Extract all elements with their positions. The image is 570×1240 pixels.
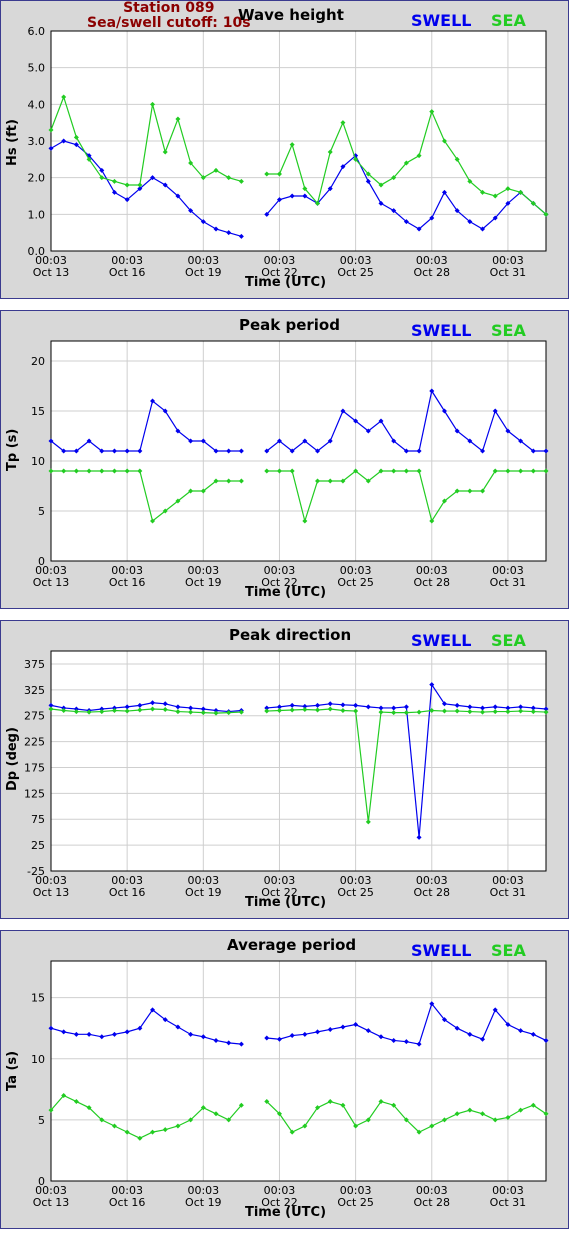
y-tick-label: 375 [24,658,45,671]
x-tick-date: Oct 13 [33,1196,70,1209]
x-tick-date: Oct 13 [33,266,70,279]
x-tick-date: Oct 31 [490,266,527,279]
chart-svg: 05101500:03Oct 1300:03Oct 1600:03Oct 190… [31,960,549,1209]
y-tick-label: 15 [31,992,45,1005]
x-tick-date: Oct 16 [109,1196,146,1209]
x-tick-date: Oct 16 [109,576,146,589]
y-tick-label: 75 [31,813,45,826]
y-tick-label: 10 [31,1053,45,1066]
chart-svg: -25257512517522527532537500:03Oct 1300:0… [24,650,549,899]
x-tick-date: Oct 22 [261,576,298,589]
chart-svg: 0510152000:03Oct 1300:03Oct 1600:03Oct 1… [31,340,549,589]
y-tick-label: 175 [24,761,45,774]
chart-panel-peak-direction: Peak direction SWELL SEA Dp (deg) Time (… [0,620,569,919]
x-tick-date: Oct 31 [490,576,527,589]
x-tick-date: Oct 28 [414,1196,451,1209]
y-tick-label: 10 [31,455,45,468]
x-tick-date: Oct 13 [33,576,70,589]
x-tick-date: Oct 22 [261,886,298,899]
y-tick-label: 5 [38,505,45,518]
y-tick-label: 6.0 [28,25,46,38]
x-tick-date: Oct 28 [414,886,451,899]
y-tick-label: 3.0 [28,135,46,148]
chart-panel-average-period: Average period SWELL SEA Ta (s) Time (UT… [0,930,569,1229]
x-tick-date: Oct 28 [414,576,451,589]
x-tick-date: Oct 19 [185,886,222,899]
x-tick-date: Oct 16 [109,886,146,899]
y-tick-label: 275 [24,710,45,723]
y-tick-label: 4.0 [28,98,46,111]
x-tick-date: Oct 31 [490,886,527,899]
x-tick-date: Oct 16 [109,266,146,279]
x-tick-date: Oct 13 [33,886,70,899]
y-tick-label: 2.0 [28,172,46,185]
x-tick-date: Oct 25 [337,576,374,589]
y-tick-label: 125 [24,787,45,800]
y-tick-label: 20 [31,355,45,368]
y-tick-label: 1.0 [28,208,46,221]
x-tick-date: Oct 25 [337,886,374,899]
y-tick-label: 325 [24,684,45,697]
x-tick-date: Oct 22 [261,1196,298,1209]
x-tick-date: Oct 19 [185,576,222,589]
y-tick-label: 15 [31,405,45,418]
x-tick-date: Oct 19 [185,266,222,279]
y-tick-label: 5.0 [28,62,46,75]
x-tick-date: Oct 25 [337,1196,374,1209]
x-tick-date: Oct 19 [185,1196,222,1209]
y-tick-label: 5 [38,1114,45,1127]
chart-svg: 0.01.02.03.04.05.06.000:03Oct 1300:03Oct… [28,25,549,279]
y-tick-label: 225 [24,736,45,749]
x-tick-date: Oct 31 [490,1196,527,1209]
chart-panel-wave-height: Station 089 Sea/swell cutoff: 10s Wave h… [0,0,569,299]
y-tick-label: 25 [31,839,45,852]
chart-panel-peak-period: Peak period SWELL SEA Tp (s) Time (UTC) … [0,310,569,609]
x-tick-date: Oct 25 [337,266,374,279]
plot-area [50,650,547,872]
plot-area [50,960,547,1182]
x-tick-date: Oct 28 [414,266,451,279]
x-tick-date: Oct 22 [261,266,298,279]
